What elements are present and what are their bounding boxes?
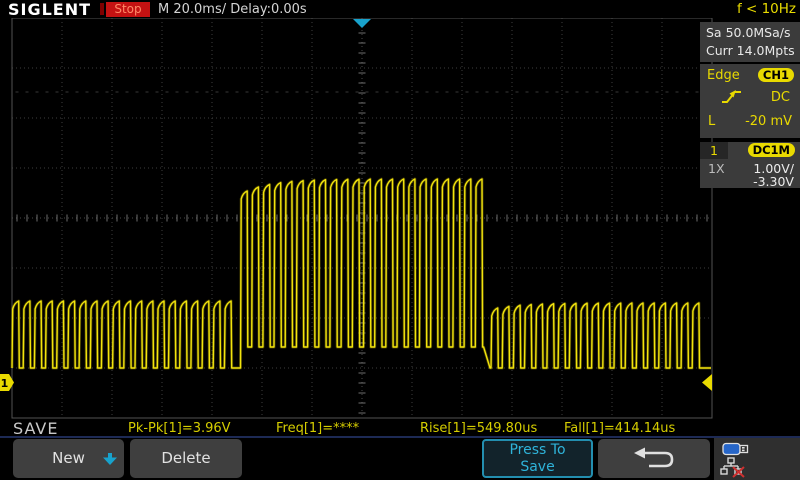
back-button[interactable] [598, 439, 710, 478]
probe-attenuation: 1X [708, 161, 725, 176]
acquisition-status-badge: Stop [106, 2, 150, 17]
trigger-info-panel[interactable]: Edge CH1 DC L -20 mV [700, 64, 800, 138]
usb-drive-icon [722, 442, 750, 456]
frequency-counter: f < 10Hz [737, 1, 796, 17]
chevron-down-icon [103, 453, 117, 465]
measurement-pkpk: Pk-Pk[1]=3.96V [128, 421, 231, 436]
channel-coupling-badge: DC1M [748, 143, 795, 157]
memory-depth: Curr 14.0Mpts [706, 43, 795, 58]
sample-rate: Sa 50.0MSa/s [706, 25, 791, 40]
trigger-position-marker[interactable] [353, 19, 371, 28]
new-button-label: New [52, 449, 85, 467]
return-arrow-icon [632, 446, 676, 472]
trigger-type: Edge [707, 68, 740, 83]
press-to-save-button[interactable]: Press To Save [482, 439, 593, 478]
scope-display: 1 [0, 0, 800, 480]
lan-disconnected-icon [720, 457, 746, 478]
measurement-rise: Rise[1]=549.80us [420, 421, 537, 436]
rising-edge-icon [720, 89, 742, 105]
save-button-line1: Press To [484, 442, 591, 459]
channel1-marker-label: 1 [1, 377, 9, 390]
channel1-info-panel[interactable]: 1 DC1M 1X 1.00V/ -3.30V [700, 142, 800, 188]
trigger-source-badge: CH1 [758, 68, 794, 82]
status-icon-panel [714, 438, 800, 480]
trigger-coupling: DC [771, 90, 790, 105]
new-button[interactable]: New [13, 439, 124, 478]
trigger-level-label: L [708, 114, 715, 129]
trigger-level-value: -20 mV [745, 114, 792, 129]
delete-button-label: Delete [161, 449, 210, 467]
acquisition-info-panel[interactable]: Sa 50.0MSa/s Curr 14.0Mpts [700, 22, 800, 62]
oscilloscope-screen: { "topbar": { "logo": "SIGLENT", "acq_st… [0, 0, 800, 480]
top-status-bar: SIGLENT Stop M 20.0ms/ Delay:0.00s [0, 0, 800, 18]
measurement-freq: Freq[1]=**** [276, 421, 359, 436]
channel-offset: -3.30V [753, 174, 794, 189]
timebase-readout: M 20.0ms/ Delay:0.00s [158, 2, 307, 17]
menu-separator [0, 436, 800, 438]
delete-button[interactable]: Delete [130, 439, 242, 478]
graticule [12, 18, 712, 418]
trigger-level-marker[interactable] [702, 374, 712, 391]
channel-number: 1 [700, 142, 728, 159]
logo-red-mark [100, 3, 104, 15]
siglent-logo: SIGLENT [8, 0, 91, 19]
save-button-line2: Save [484, 459, 591, 476]
measurement-fall: Fall[1]=414.14us [564, 421, 675, 436]
